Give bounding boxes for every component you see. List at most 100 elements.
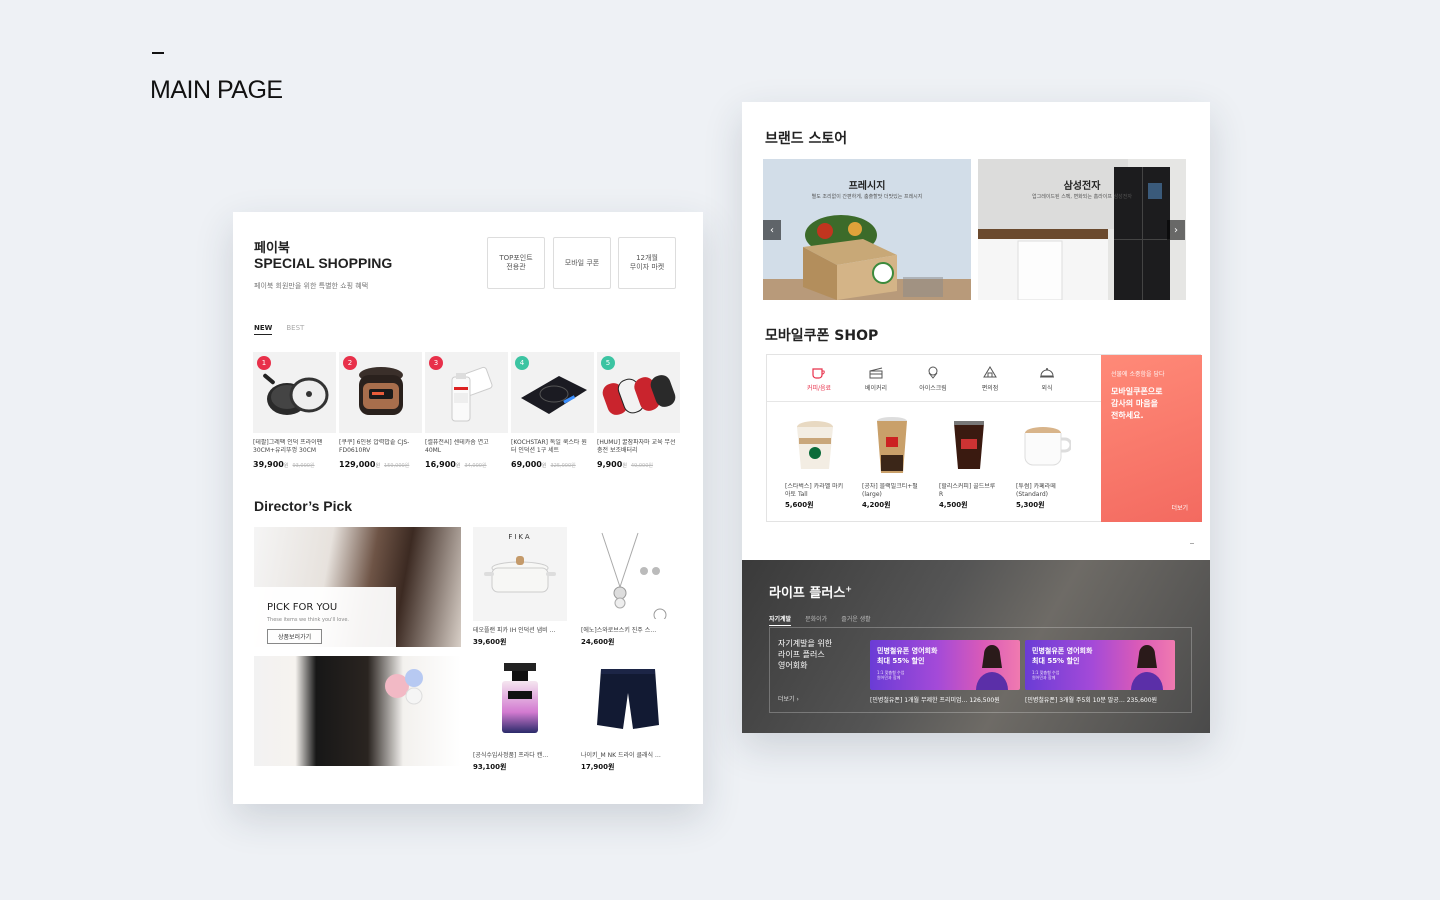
product-list: 1 [테팔]그레팩 인덕 프라이팬 30CM+유리뚜껑 30CM 39,900원…	[253, 352, 680, 469]
prev-arrow-icon[interactable]: ‹	[763, 220, 781, 240]
model-photo	[254, 656, 461, 766]
page-heading: MAIN PAGE	[150, 76, 283, 104]
product-name: [HUMU] 꿀잠파자마 교육 무선 충전 보조배터리	[597, 439, 676, 454]
coupon-name: [투썸] 카페라떼 (Standard)	[1016, 483, 1056, 498]
ice-cream-icon	[928, 366, 938, 379]
casserole-pot-icon	[484, 556, 556, 593]
product-image: 4	[511, 352, 594, 433]
category-dining[interactable]: 외식	[1023, 365, 1071, 392]
mobile-coupon-button[interactable]: 모바일 쿠폰	[553, 237, 611, 289]
product-price: 93,100원	[473, 763, 507, 771]
product-card[interactable]: 5 [HUMU] 꿀잠파자마 교육 무선 충전 보조배터리 9,900원 49,0…	[597, 352, 680, 469]
category-coffee[interactable]: 커피/음료	[795, 365, 843, 392]
rank-badge: 1	[257, 356, 271, 370]
product-image: 5	[597, 352, 680, 433]
english-ad-card[interactable]: 민병철유폰 영어회화 최대 55% 할인 1:1 맞춤형 수업 원어민과 함께 …	[1025, 640, 1175, 704]
rank-badge: 4	[515, 356, 529, 370]
top-point-button[interactable]: TOP포인트 전용관	[487, 237, 545, 289]
tab-self-development[interactable]: 자기계발	[769, 614, 792, 626]
product-name: [KOCHSTAR] 독일 쿡스타 원터 인덕션 1구 세트	[511, 439, 587, 454]
next-arrow-icon[interactable]: ›	[1167, 220, 1185, 240]
category-convenience-store[interactable]: 편의점	[966, 365, 1014, 392]
category-ice-cream[interactable]: 아이스크림	[909, 365, 957, 392]
dining-cloche-icon	[1040, 368, 1054, 378]
english-ad-card[interactable]: 민병철유폰 영어회화 최대 55% 할인 1:1 맞춤형 수업 원어민과 함께 …	[870, 640, 1020, 704]
ad-product-name: [민병철유폰] 1개월 무제한 프리미엄… 126,500원	[870, 697, 1000, 704]
coupon-item[interactable]: [공차] 블랙밀크티+펄 (large) 4,200원	[862, 413, 922, 510]
brand-name: 페이북	[254, 241, 290, 256]
bubble-tea-icon	[877, 417, 907, 473]
samsung-banner[interactable]: 삼성전자 업그레이드된 스펙, 변화되는 홈라이프 삼성전자	[978, 159, 1186, 300]
product-tabs: NEW BEST	[254, 324, 304, 335]
product-name: [공식수입사정품] 프라다 캔…	[473, 752, 549, 759]
product-name: [에노]스와로브스키 진주 스…	[581, 627, 657, 634]
interest-free-market-button[interactable]: 12개월 무이자 마켓	[618, 237, 676, 289]
store-icon	[983, 366, 997, 378]
gift-small-text: 선물에 소중함을 담다	[1111, 371, 1165, 378]
product-price: 39,900원 93,000원	[253, 460, 315, 469]
life-panel-title: 자기계발을 위한 라이프 플러스 영어회화	[778, 639, 833, 670]
special-shopping-card: 페이북 SPECIAL SHOPPING 페이북 회원만을 위한 특별한 쇼핑 …	[233, 212, 703, 804]
product-price: 129,000원 159,000원	[339, 460, 410, 469]
product-price: 17,900원	[581, 763, 615, 771]
pick-for-you-banner[interactable]: PICK FOR YOU These items we think you'll…	[254, 527, 461, 766]
tab-new[interactable]: NEW	[254, 324, 273, 335]
coupon-price: 5,300원	[1016, 501, 1045, 509]
product-name: 테오플랜 피카 IH 인덕션 냄비 …	[473, 627, 556, 634]
earbuds-icon	[385, 669, 423, 705]
tab-culture[interactable]: 문화이가	[805, 614, 827, 626]
rank-badge: 2	[343, 356, 357, 370]
product-name: [테팔]그레팩 인덕 프라이팬 30CM+유리뚜껑 30CM	[253, 439, 323, 454]
brand-store-title: 브랜드 스토어	[765, 131, 848, 147]
product-card[interactable]: 4 [KOCHSTAR] 독일 쿡스타 원터 인덕션 1구 세트 69,000원…	[511, 352, 594, 469]
pick-for-you-box: PICK FOR YOU These items we think you'll…	[254, 587, 396, 653]
director-product-card[interactable]: FIKA 테오플랜 피카 IH 인덕션 냄비 … 39,600원	[473, 527, 567, 647]
divider	[767, 401, 1101, 402]
director-product-card[interactable]: 나이키_M NK 드라이 클래식 … 17,900원	[581, 652, 675, 772]
life-plus-title: 라이프 플러스+	[769, 584, 852, 601]
product-name: 나이키_M NK 드라이 클래식 …	[581, 752, 661, 759]
tab-fun-life[interactable]: 즐거운 생활	[841, 614, 871, 626]
banner-subtitle: 업그레이드된 스펙, 변화되는 홈라이프 삼성전자	[1032, 194, 1132, 200]
category-label: 편의점	[981, 385, 999, 392]
coupon-price: 5,600원	[785, 501, 814, 509]
product-image	[581, 652, 675, 746]
director-product-card[interactable]: [에노]스와로브스키 진주 스… 24,600원	[581, 527, 675, 647]
directors-pick-title: Director’s Pick	[254, 498, 353, 514]
view-products-button[interactable]: 상품보러가기	[267, 629, 323, 644]
grocery-box-icon	[763, 215, 971, 300]
heading-dash	[152, 52, 164, 54]
ad-banner: 민병철유폰 영어회화 최대 55% 할인 1:1 맞춤형 수업 원어민과 함께	[870, 640, 1020, 690]
fresheasy-banner[interactable]: 프레시지 별도 조리없이 간편하게, 춤출할맛 더맛있는 프레시지	[763, 159, 971, 300]
life-more-link[interactable]: 더보기 ›	[778, 694, 799, 703]
coffee-cup-icon	[812, 368, 825, 379]
category-bakery[interactable]: 베이커리	[852, 365, 900, 392]
product-card[interactable]: 2 [쿠쿠] 6인용 압력밥솥 CJS-FD0610RV 129,000원 159…	[339, 352, 422, 469]
coupon-image	[1016, 413, 1076, 477]
gift-headline: 모바일쿠폰으로 감사의 마음을 전하세요.	[1111, 387, 1163, 420]
frying-pan-icon	[262, 373, 328, 415]
gift-promo-panel[interactable]: 선물에 소중함을 담다 모바일쿠폰으로 감사의 마음을 전하세요. 더보기	[1101, 355, 1202, 522]
coupon-item[interactable]: [할리스커피] 콜드브루 R 4,500원	[939, 413, 999, 510]
cold-brew-icon	[954, 421, 984, 469]
starbucks-cup-icon	[797, 421, 833, 469]
coupon-name: [공차] 블랙밀크티+펄 (large)	[862, 483, 918, 498]
product-image	[473, 652, 567, 746]
life-plus-section: 라이프 플러스+ 자기계발 문화이가 즐거운 생활 자기계발을 위한 라이프 플…	[742, 560, 1210, 733]
coupon-item[interactable]: [스타벅스] 카라멜 마키아토 Tall 5,600원	[785, 413, 845, 510]
gift-more-link[interactable]: 더보기	[1171, 503, 1188, 512]
rank-badge: 5	[601, 356, 615, 370]
ointment-tube-icon	[451, 366, 493, 421]
director-product-card[interactable]: [공식수입사정품] 프라다 캔… 93,100원	[473, 652, 567, 772]
category-label: 아이스크림	[919, 385, 947, 392]
product-name: [쿠쿠] 6인용 압력밥솥 CJS-FD0610RV	[339, 439, 410, 454]
pearl-necklace-icon	[601, 532, 667, 619]
product-card[interactable]: 3 [셀퓨전씨] 센테카솜 연고 40ML 16,900원 34,000원	[425, 352, 508, 469]
instructor-photo-icon	[1131, 645, 1163, 690]
tab-best[interactable]: BEST	[286, 324, 304, 335]
coupon-item[interactable]: [투썸] 카페라떼 (Standard) 5,300원	[1016, 413, 1076, 510]
shorts-icon	[597, 669, 659, 729]
product-card[interactable]: 1 [테팔]그레팩 인덕 프라이팬 30CM+유리뚜껑 30CM 39,900원…	[253, 352, 336, 469]
coupon-image	[862, 413, 922, 477]
pick-subtitle: These items we think you'll love.	[267, 617, 349, 623]
